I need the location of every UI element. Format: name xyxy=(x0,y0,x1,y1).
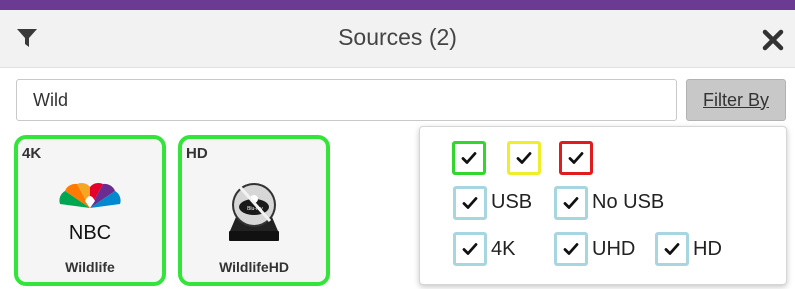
resolution-badge: 4K xyxy=(22,145,42,162)
checkmark-icon xyxy=(516,152,532,164)
accent-bar xyxy=(0,0,795,10)
filter-yellow-checkbox[interactable] xyxy=(507,141,541,175)
nbc-peacock-logo: NBC xyxy=(56,177,124,245)
checkmark-icon xyxy=(462,243,478,255)
filter-4k-checkbox[interactable] xyxy=(453,232,487,266)
checkmark-icon xyxy=(664,243,680,255)
filter-by-button[interactable]: Filter By xyxy=(686,79,786,121)
resolution-badge: HD xyxy=(186,145,208,162)
filter-no-usb-label: No USB xyxy=(592,191,665,213)
source-name: Wildlife xyxy=(65,259,115,275)
page-title: Sources (2) xyxy=(338,24,457,50)
filter-panel: USB No USB 4K UHD HD xyxy=(419,126,787,285)
svg-text:Blu-ray: Blu-ray xyxy=(247,206,263,212)
search-input[interactable] xyxy=(16,79,677,121)
source-tile-wildlifehd[interactable]: HD Blu-ray WildlifeHD xyxy=(178,135,330,286)
checkmark-icon xyxy=(568,152,584,164)
header: Sources (2) xyxy=(0,10,795,68)
filter-hd-checkbox[interactable] xyxy=(655,232,689,266)
close-icon[interactable] xyxy=(762,29,784,51)
filter-no-usb-checkbox[interactable] xyxy=(554,186,588,220)
filter-uhd-label: UHD xyxy=(592,238,636,260)
checkmark-icon xyxy=(461,152,477,164)
source-tile-wildlife[interactable]: 4K NBC Wildlife xyxy=(14,135,166,286)
filter-usb-checkbox[interactable] xyxy=(453,186,487,220)
checkmark-icon xyxy=(563,197,579,209)
filter-usb-label: USB xyxy=(491,191,533,213)
bluray-disc-logo: Blu-ray xyxy=(220,177,288,245)
filter-4k-label: 4K xyxy=(491,238,516,260)
filter-uhd-checkbox[interactable] xyxy=(554,232,588,266)
checkmark-icon xyxy=(462,197,478,209)
svg-text:NBC: NBC xyxy=(69,222,111,244)
filter-hd-label: HD xyxy=(693,238,722,260)
filter-red-checkbox[interactable] xyxy=(559,141,593,175)
source-name: WildlifeHD xyxy=(219,259,289,275)
checkmark-icon xyxy=(563,243,579,255)
filter-green-checkbox[interactable] xyxy=(452,141,486,175)
